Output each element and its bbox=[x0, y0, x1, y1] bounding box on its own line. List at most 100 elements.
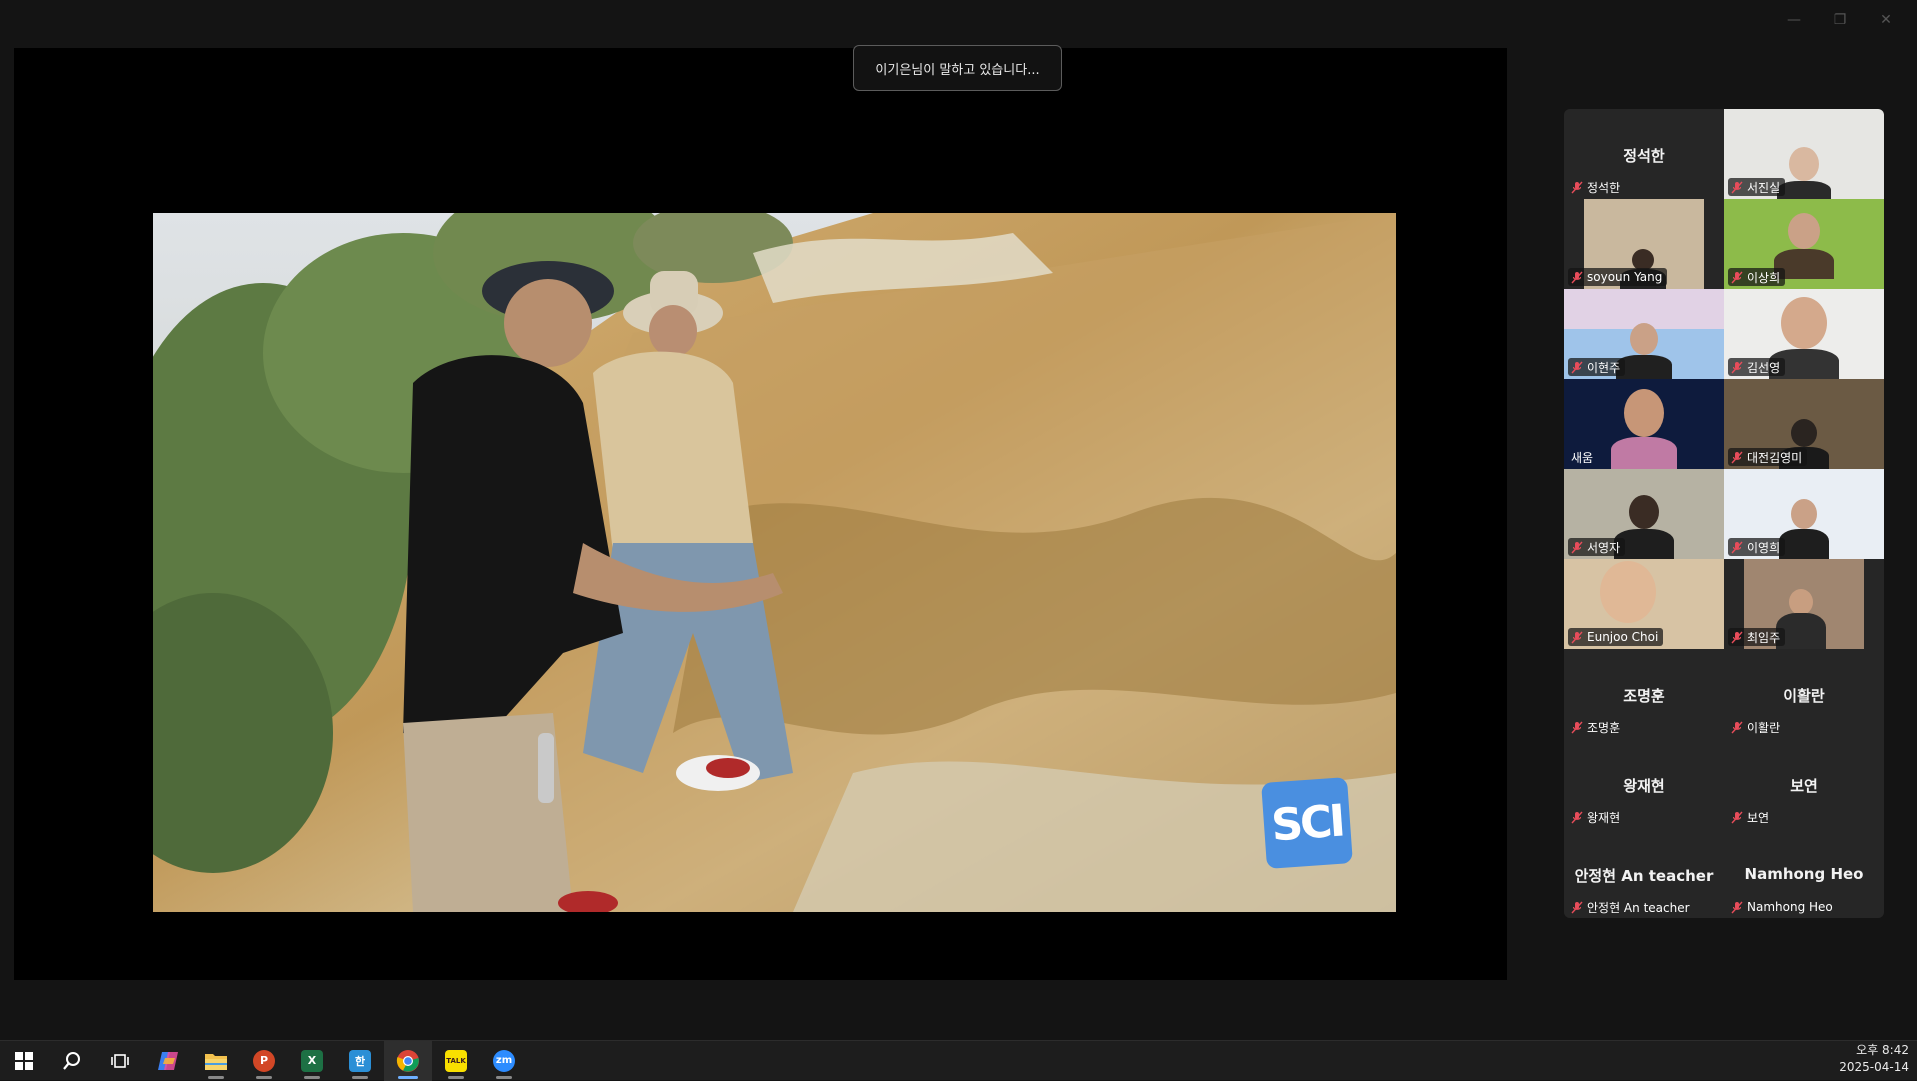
participant-label: 이활란 bbox=[1728, 718, 1785, 736]
participant-tile[interactable]: 서진실 bbox=[1724, 109, 1884, 199]
participant-label: 이영희 bbox=[1728, 538, 1786, 556]
participant-name: 이상희 bbox=[1747, 270, 1781, 285]
participant-display-name: 정석한 bbox=[1623, 147, 1665, 165]
participant-label: Eunjoo Choi bbox=[1568, 628, 1664, 646]
mic-muted-icon bbox=[1731, 901, 1743, 914]
copilot-icon[interactable] bbox=[144, 1041, 192, 1081]
shared-video-scene bbox=[153, 213, 1396, 912]
powerpoint-icon[interactable]: P bbox=[240, 1041, 288, 1081]
participant-tile[interactable]: 이현주 bbox=[1564, 289, 1724, 379]
participant-tile[interactable]: 왕재현 왕재현 bbox=[1564, 739, 1724, 829]
participant-tile[interactable]: 이활란 이활란 bbox=[1724, 649, 1884, 739]
participant-name: 이현주 bbox=[1587, 360, 1621, 375]
mic-muted-icon bbox=[1571, 811, 1583, 824]
hancom-letter: 한 bbox=[349, 1049, 371, 1072]
file-explorer-icon[interactable] bbox=[192, 1041, 240, 1081]
mic-muted-icon bbox=[1731, 721, 1743, 734]
mic-muted-icon bbox=[1571, 721, 1583, 734]
participant-video bbox=[1777, 147, 1831, 199]
mic-muted-icon bbox=[1731, 271, 1743, 284]
minimize-button[interactable]: — bbox=[1771, 6, 1817, 34]
mic-muted-icon bbox=[1571, 901, 1583, 914]
participant-tile[interactable]: 서영자 bbox=[1564, 469, 1724, 559]
participant-label: 조명훈 bbox=[1568, 718, 1625, 736]
participant-name: Namhong Heo bbox=[1747, 900, 1833, 914]
mic-muted-icon bbox=[1731, 631, 1743, 644]
participant-name: Eunjoo Choi bbox=[1587, 630, 1659, 644]
taskbar: P X 한 TALK zm bbox=[0, 1040, 1917, 1081]
participant-label: 새움 bbox=[1568, 448, 1598, 466]
chrome-icon[interactable] bbox=[384, 1040, 432, 1081]
participant-tile[interactable]: 김선영 bbox=[1724, 289, 1884, 379]
participant-name: 대전김영미 bbox=[1747, 450, 1803, 465]
kakaotalk-icon[interactable]: TALK bbox=[432, 1041, 480, 1081]
mic-muted-icon bbox=[1571, 181, 1583, 194]
participant-name: 정석한 bbox=[1587, 180, 1621, 195]
participant-label: Namhong Heo bbox=[1728, 898, 1838, 916]
participant-name: 보연 bbox=[1747, 810, 1770, 825]
participant-name: 왕재현 bbox=[1587, 810, 1621, 825]
participant-tile[interactable]: 최임주 bbox=[1724, 559, 1884, 649]
clock-time: 오후 8:42 bbox=[1856, 1043, 1909, 1057]
start-icon[interactable] bbox=[0, 1041, 48, 1081]
participant-name: 조명훈 bbox=[1587, 720, 1621, 735]
participant-tile[interactable]: Namhong Heo Namhong Heo bbox=[1724, 829, 1884, 918]
clock-date: 2025-04-14 bbox=[1839, 1060, 1909, 1074]
excel-letter: X bbox=[301, 1049, 323, 1072]
participant-name: 서영자 bbox=[1587, 540, 1621, 555]
participant-tile[interactable]: 대전김영미 bbox=[1724, 379, 1884, 469]
mic-muted-icon bbox=[1731, 541, 1743, 554]
participant-tile[interactable]: Eunjoo Choi bbox=[1564, 559, 1724, 649]
mic-muted-icon bbox=[1731, 361, 1743, 374]
participant-display-name: 조명훈 bbox=[1623, 687, 1665, 705]
participant-name: 이활란 bbox=[1747, 720, 1781, 735]
mic-muted-icon bbox=[1731, 451, 1743, 464]
participant-tile[interactable]: 조명훈 조명훈 bbox=[1564, 649, 1724, 739]
participant-tile[interactable]: 안정현 An teacher 안정현 An teacher bbox=[1564, 829, 1724, 918]
participant-label: 김선영 bbox=[1728, 358, 1786, 376]
powerpoint-letter: P bbox=[253, 1049, 275, 1072]
participant-name: 김선영 bbox=[1747, 360, 1781, 375]
participant-tile[interactable]: 이상희 bbox=[1724, 199, 1884, 289]
search-icon[interactable] bbox=[48, 1041, 96, 1081]
participant-display-name: 보연 bbox=[1790, 777, 1818, 795]
participant-name: 서진실 bbox=[1747, 180, 1781, 195]
shared-video-frame: SCI bbox=[153, 213, 1396, 912]
restore-button[interactable]: ❐ bbox=[1817, 6, 1863, 34]
participant-video bbox=[1611, 389, 1677, 469]
close-button[interactable]: ✕ bbox=[1863, 6, 1909, 34]
participant-name: 이영희 bbox=[1747, 540, 1781, 555]
window-controls: — ❐ ✕ bbox=[1771, 6, 1909, 34]
active-speaker-toast: 이기은님이 말하고 있습니다... bbox=[853, 45, 1062, 91]
participant-video bbox=[1588, 561, 1668, 623]
participant-display-name: 안정현 An teacher bbox=[1574, 867, 1714, 885]
hancom-icon[interactable]: 한 bbox=[336, 1041, 384, 1081]
system-clock[interactable]: 오후 8:42 2025-04-14 bbox=[1839, 1042, 1909, 1076]
participant-label: 이상희 bbox=[1728, 268, 1786, 286]
participant-tile[interactable]: 이영희 bbox=[1724, 469, 1884, 559]
participant-label: 서진실 bbox=[1728, 178, 1786, 196]
zoom-icon[interactable]: zm bbox=[480, 1041, 528, 1081]
participant-display-name: 이활란 bbox=[1783, 687, 1825, 705]
participant-label: 왕재현 bbox=[1568, 808, 1625, 826]
participant-label: 서영자 bbox=[1568, 538, 1626, 556]
participant-display-name: 왕재현 bbox=[1623, 777, 1665, 795]
mic-muted-icon bbox=[1571, 631, 1583, 644]
sci-channel-logo: SCI bbox=[1261, 777, 1353, 869]
participant-tile[interactable]: soyoun Yang bbox=[1564, 199, 1724, 289]
task-view-icon[interactable] bbox=[96, 1041, 144, 1081]
participant-label: 대전김영미 bbox=[1728, 448, 1808, 466]
participant-tile[interactable]: 새움 bbox=[1564, 379, 1724, 469]
participant-label: soyoun Yang bbox=[1568, 268, 1668, 286]
participant-label: 보연 bbox=[1728, 808, 1774, 826]
excel-icon[interactable]: X bbox=[288, 1041, 336, 1081]
participant-tile[interactable]: 정석한 정석한 bbox=[1564, 109, 1724, 199]
mic-muted-icon bbox=[1571, 361, 1583, 374]
participant-display-name: Namhong Heo bbox=[1744, 865, 1864, 883]
mic-muted-icon bbox=[1571, 271, 1583, 284]
participant-name: 최임주 bbox=[1747, 630, 1781, 645]
participant-tile[interactable]: 보연 보연 bbox=[1724, 739, 1884, 829]
participant-label: 안정현 An teacher bbox=[1568, 898, 1695, 916]
mic-muted-icon bbox=[1571, 541, 1583, 554]
mic-muted-icon bbox=[1731, 181, 1743, 194]
